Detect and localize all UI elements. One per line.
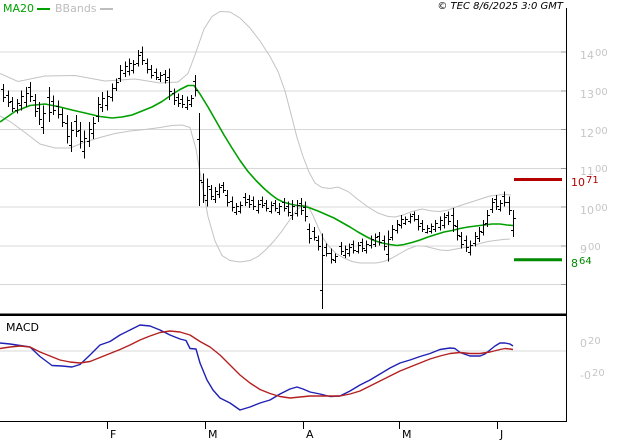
price-level-label: 1071 (571, 173, 599, 189)
month-label: F (110, 428, 117, 440)
macd-axis-label-sup: 20 (591, 368, 605, 379)
macd-axis-label: 020 (580, 334, 601, 350)
macd-axis-label: -020 (580, 366, 605, 382)
price-level-label-main: 8 (571, 256, 578, 270)
price-axis-label-sup: 00 (595, 86, 608, 98)
month-label: M (208, 428, 218, 440)
legend-item-bbands: BBands (55, 2, 113, 15)
legend-item-ma20: MA20 (3, 2, 51, 15)
price-level-label: 864 (571, 254, 592, 270)
price-axis-label: 1000 (580, 201, 608, 217)
price-axis-label: 1400 (580, 46, 608, 62)
copyright-text: © TEC 8/6/2025 3:0 GMT (437, 1, 563, 12)
legend-dash-icon (37, 7, 51, 10)
macd-pane-title: MACD (6, 321, 39, 334)
price-axis-label-main: 10 (580, 204, 594, 217)
price-level-label-main: 10 (571, 176, 585, 190)
legend-label: MA20 (3, 2, 35, 15)
legend-label: BBands (55, 2, 97, 15)
price-axis-label-sup: 00 (595, 125, 608, 137)
pane-separator (0, 313, 566, 316)
macd-axis-label-main: 0 (580, 337, 587, 350)
bollinger-upper-band (0, 10, 512, 218)
price-axis-label-main: 13 (580, 87, 594, 101)
ohlc-bars (1, 46, 516, 309)
price-axis-label-sup: 00 (588, 241, 601, 253)
price-axis-label: 1200 (580, 124, 608, 140)
month-label: A (306, 428, 314, 440)
bollinger-lower-band (0, 115, 511, 264)
price-axis-label-main: 12 (580, 126, 594, 140)
stock-chart-root: MA20 BBands © TEC 8/6/2025 3:0 GMT MACD 1… (0, 0, 627, 440)
macd-signal-line (0, 330, 514, 399)
price-axis-label: 1300 (580, 85, 608, 101)
legend: MA20 BBands (3, 2, 113, 15)
price-axis-label-main: 14 (580, 49, 594, 62)
month-label: M (402, 428, 412, 440)
price-axis-label-sup: 00 (595, 203, 608, 214)
macd-axis-label-main: -0 (580, 369, 591, 382)
price-level-label-sup: 71 (586, 175, 599, 187)
macd-axis-label-sup: 20 (588, 336, 601, 347)
ma20-line (0, 84, 514, 247)
month-label: J (500, 428, 504, 440)
price-macd-chart-canvas (0, 8, 567, 429)
macd-line (0, 324, 514, 411)
price-level-label-sup: 64 (579, 255, 592, 267)
legend-dash-icon (99, 7, 113, 10)
price-axis-label-sup: 00 (595, 48, 608, 59)
